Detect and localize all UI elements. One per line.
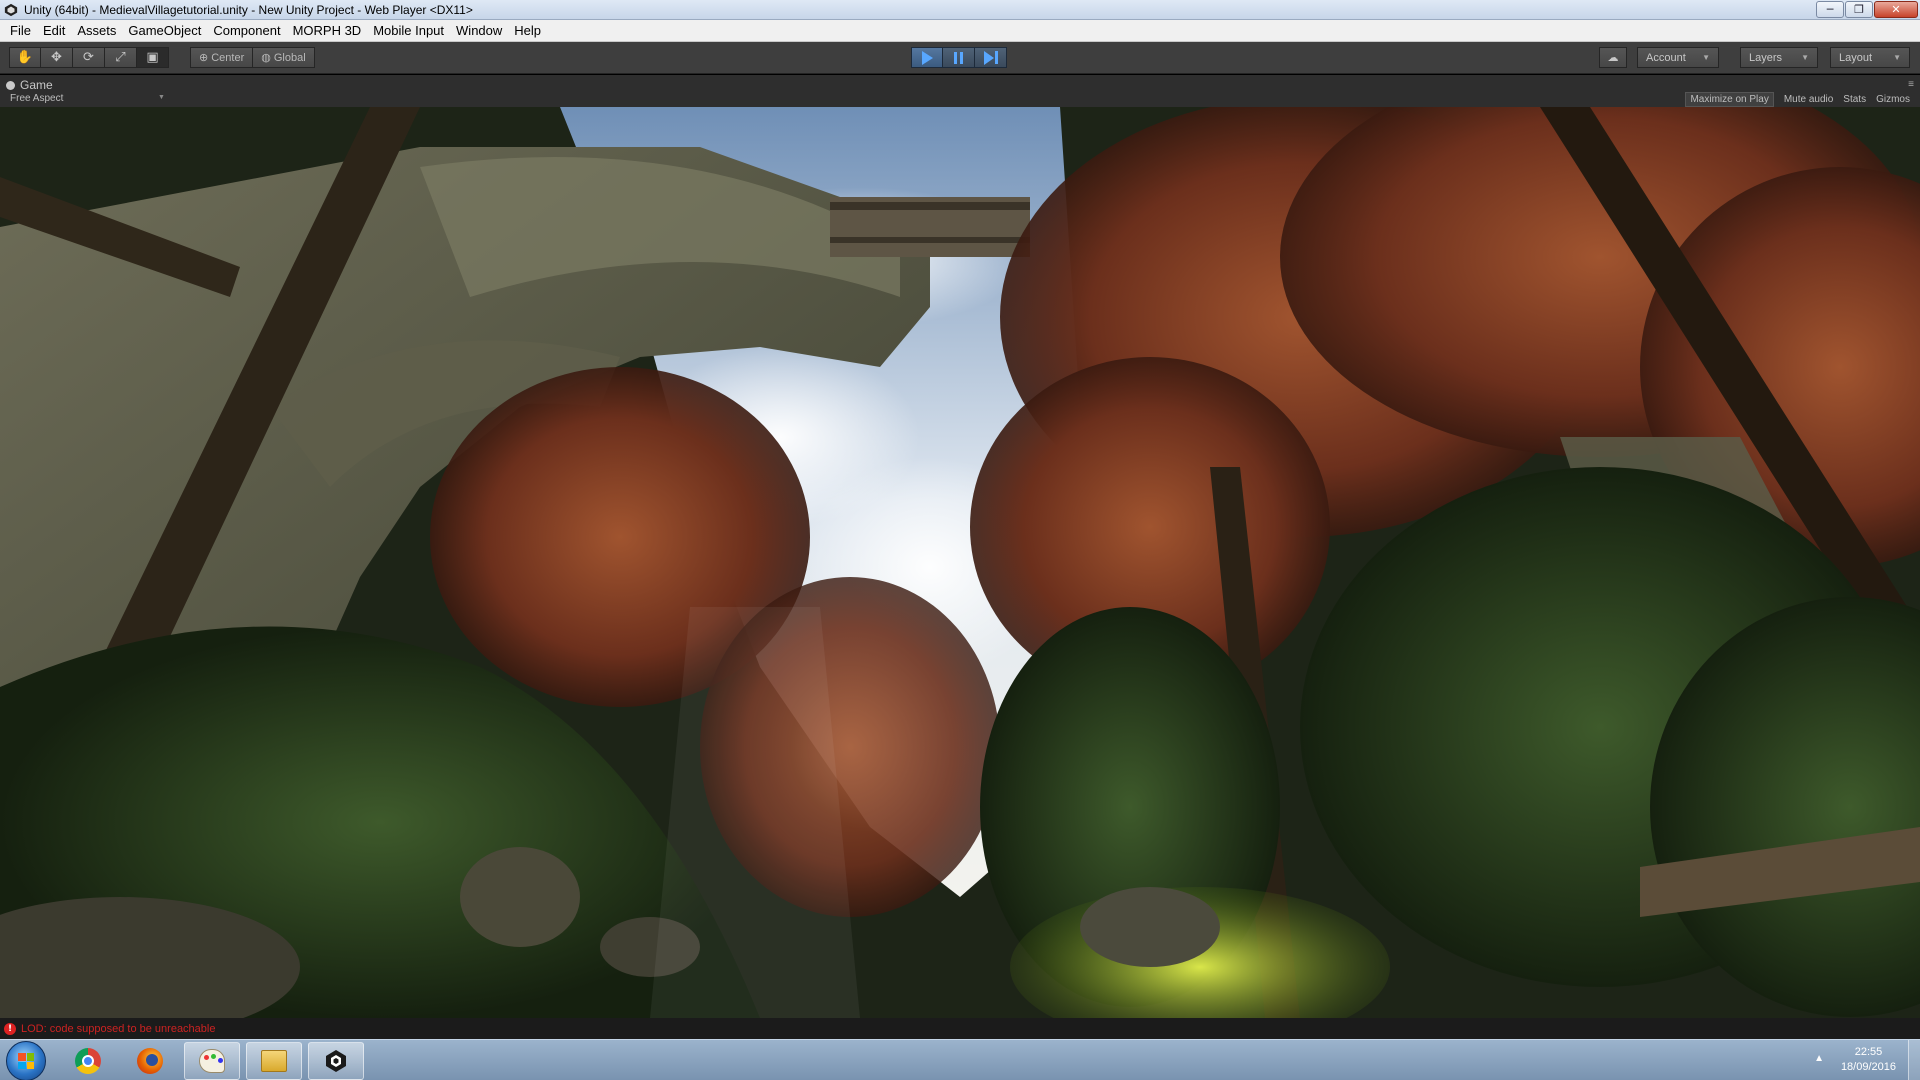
console-message: LOD: code supposed to be unreachable — [21, 1022, 216, 1035]
chevron-down-icon: ▼ — [1893, 53, 1901, 62]
editor-toolbar: ✋ ✥ ⟳ ⤢ ▣ ⊕ Center ◍ Global ☁ Account ▼ … — [0, 42, 1920, 74]
globe-icon: ◍ — [261, 52, 271, 64]
hand-icon[interactable]: ✋ — [9, 47, 41, 68]
taskbar: ▲ 22:55 18/09/2016 — [0, 1039, 1920, 1080]
chevron-down-icon: ▼ — [1801, 53, 1809, 62]
minimize-button[interactable]: ─ — [1816, 1, 1844, 18]
taskbar-chrome[interactable] — [60, 1042, 116, 1080]
layers-dropdown[interactable]: Layers ▼ — [1740, 47, 1818, 68]
taskbar-firefox[interactable] — [122, 1042, 178, 1080]
taskbar-paint[interactable] — [184, 1042, 240, 1080]
menu-morph3d[interactable]: MORPH 3D — [287, 23, 368, 38]
paint-icon — [199, 1049, 225, 1073]
layers-group: Layers ▼ — [1740, 47, 1818, 68]
start-button[interactable] — [6, 1041, 46, 1080]
game-view-header: Game ≡ Free Aspect ▼ Maximize on Play Mu… — [0, 75, 1920, 107]
game-scene-render — [0, 107, 1920, 1018]
pause-icon — [954, 51, 963, 64]
pivot-label: Center — [211, 51, 245, 64]
tray-overflow-icon[interactable]: ▲ — [1814, 1053, 1824, 1064]
clock-date: 18/09/2016 — [1840, 1061, 1896, 1073]
unity-icon — [323, 1048, 349, 1074]
unity-app-icon — [4, 3, 18, 16]
maximize-button[interactable]: ❐ — [1845, 1, 1873, 18]
cloud-button[interactable]: ☁ — [1599, 47, 1627, 68]
tab-game-label: Game — [20, 78, 53, 92]
cloud-icon: ☁ — [1607, 52, 1619, 64]
pause-button[interactable] — [943, 47, 975, 68]
transform-tools: ✋ ✥ ⟳ ⤢ ▣ — [9, 47, 169, 68]
step-button[interactable] — [975, 47, 1007, 68]
pivot-global-button[interactable]: ◍ Global — [253, 47, 315, 68]
system-clock[interactable]: 22:55 18/09/2016 — [1841, 1045, 1896, 1075]
mute-audio-toggle[interactable]: Mute audio — [1784, 94, 1833, 105]
maximize-on-play-toggle[interactable]: Maximize on Play — [1685, 92, 1774, 107]
playback-controls — [911, 47, 1007, 68]
scale-icon[interactable]: ⤢ — [105, 47, 137, 68]
aspect-dropdown[interactable]: Free Aspect — [10, 93, 63, 104]
cloud-group: ☁ — [1599, 47, 1627, 68]
explorer-folder-icon — [261, 1050, 287, 1072]
stats-toggle[interactable]: Stats — [1843, 94, 1866, 105]
chrome-icon — [75, 1048, 101, 1074]
play-icon — [921, 50, 933, 65]
window-titlebar: Unity (64bit) - MedievalVillagetutorial.… — [0, 0, 1920, 20]
taskbar-explorer[interactable] — [246, 1042, 302, 1080]
menu-mobile-input[interactable]: Mobile Input — [367, 23, 450, 38]
windows-logo-icon — [18, 1053, 34, 1069]
step-icon — [983, 50, 998, 65]
account-dropdown[interactable]: Account ▼ — [1637, 47, 1719, 68]
menu-window[interactable]: Window — [450, 23, 508, 38]
menu-assets[interactable]: Assets — [71, 23, 122, 38]
menu-edit[interactable]: Edit — [37, 23, 71, 38]
pivot-toggles: ⊕ Center ◍ Global — [190, 47, 315, 68]
gizmos-dropdown[interactable]: Gizmos — [1876, 94, 1910, 105]
game-tab-icon — [6, 80, 15, 90]
chevron-down-icon: ▼ — [158, 94, 165, 101]
layers-label: Layers — [1749, 51, 1783, 64]
game-viewport[interactable] — [0, 107, 1920, 1018]
show-desktop-button[interactable] — [1908, 1040, 1920, 1080]
close-button[interactable]: ✕ — [1874, 1, 1918, 18]
pivot-center-button[interactable]: ⊕ Center — [190, 47, 254, 68]
game-view-options: Maximize on Play Mute audio Stats Gizmos — [1685, 92, 1910, 107]
window-title: Unity (64bit) - MedievalVillagetutorial.… — [24, 2, 473, 17]
tab-menu-icon[interactable]: ≡ — [1908, 79, 1914, 90]
play-button[interactable] — [911, 47, 943, 68]
rotate-icon[interactable]: ⟳ — [73, 47, 105, 68]
taskbar-unity[interactable] — [308, 1042, 364, 1080]
menu-component[interactable]: Component — [207, 23, 286, 38]
rect-tool-icon[interactable]: ▣ — [137, 47, 169, 68]
pivot-icon: ⊕ — [199, 52, 209, 64]
account-group: Account ▼ — [1637, 47, 1719, 68]
chevron-down-icon: ▼ — [1702, 53, 1710, 62]
menu-file[interactable]: File — [4, 23, 37, 38]
clock-time: 22:55 — [1854, 1046, 1883, 1058]
layout-group: Layout ▼ — [1830, 47, 1910, 68]
menu-help[interactable]: Help — [508, 23, 547, 38]
tab-game[interactable]: Game — [6, 77, 53, 93]
error-icon: ! — [4, 1022, 16, 1035]
account-label: Account — [1646, 51, 1686, 64]
firefox-icon — [137, 1048, 163, 1074]
space-label: Global — [273, 51, 306, 64]
layout-label: Layout — [1839, 51, 1873, 64]
layout-dropdown[interactable]: Layout ▼ — [1830, 47, 1910, 68]
move-icon[interactable]: ✥ — [41, 47, 73, 68]
menu-gameobject[interactable]: GameObject — [122, 23, 207, 38]
console-status-bar[interactable]: ! LOD: code supposed to be unreachable — [0, 1018, 1920, 1039]
menu-bar: File Edit Assets GameObject Component MO… — [0, 20, 1920, 42]
